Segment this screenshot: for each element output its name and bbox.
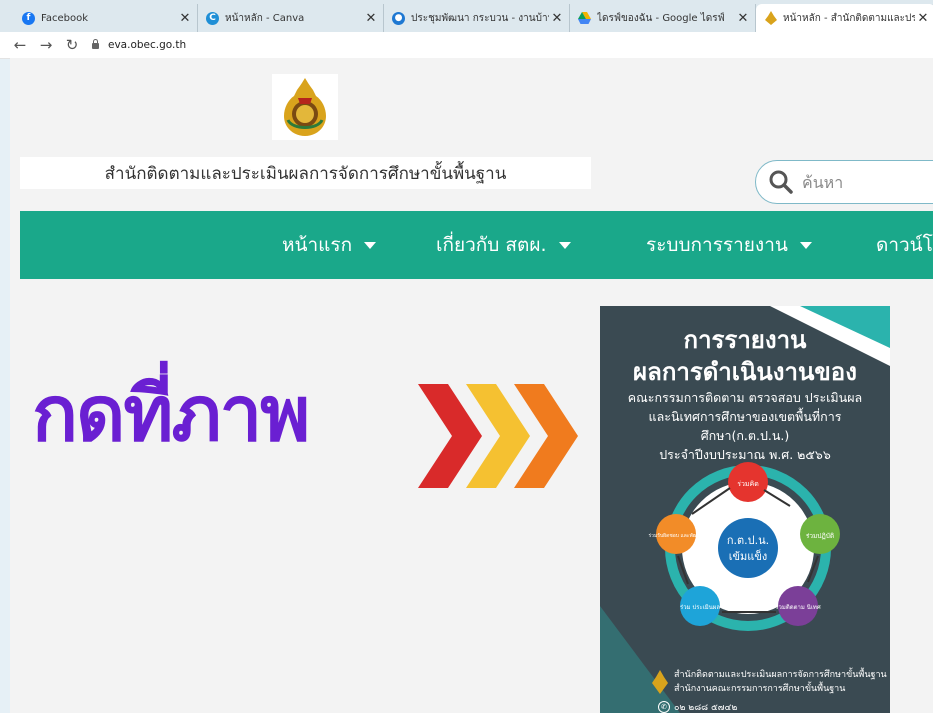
report-poster[interactable]: การรายงาน ผลการดำเนินงานของ คณะกรรมการติ… (600, 306, 890, 713)
browser-window: f Facebook ✕ C หน้าหลัก - Canva ✕ ● ประช… (0, 0, 933, 713)
tab-canva[interactable]: C หน้าหลัก - Canva ✕ (198, 4, 384, 32)
search-input[interactable] (800, 171, 933, 193)
click-image-prompt: กดที่ภาพ (32, 369, 310, 458)
nav-label: ดาวน์โ (876, 234, 933, 256)
nav-home[interactable]: หน้าแรก (282, 211, 377, 279)
tab-google-drive[interactable]: ไดรฟ์ของฉัน - Google ไดรฟ์ ✕ (570, 4, 756, 32)
close-icon[interactable]: ✕ (177, 11, 193, 26)
address-toolbar: ← → ↻ eva.obec.go.th (0, 32, 933, 59)
close-icon[interactable]: ✕ (735, 11, 751, 26)
facebook-icon: f (22, 11, 35, 25)
nav-reporting-system[interactable]: ระบบการรายงาน (646, 211, 812, 279)
poster-subtitle: คณะกรรมการติดตาม ตรวจสอบ ประเมินผล และนิ… (606, 388, 884, 464)
phone-number: ๐๒ ๒๘๘ ๕๗๔๒ (674, 703, 738, 713)
tab-facebook[interactable]: f Facebook ✕ (14, 4, 198, 32)
nav-download[interactable]: ดาวน์โ (876, 211, 933, 279)
center-text-line2: เข้มแข็ง (729, 549, 768, 563)
tab-label: หน้าหลัก - Canva (225, 12, 305, 24)
tab-obec-eva[interactable]: หน้าหลัก - สำนักติดตามและประเมินผล ✕ (756, 4, 933, 32)
chrome-icon: ● (392, 11, 405, 25)
cycle-diagram: ก.ต.ป.น. เข้มแข็ง ร่วมคิด ร่วมปฏิบัติ ร่… (649, 462, 840, 631)
caret-down-icon (558, 241, 571, 249)
forward-arrow-icon[interactable]: → (36, 35, 56, 55)
address-bar[interactable]: eva.obec.go.th (92, 37, 186, 53)
node-label: ร่วมรับผิดชอบ และพัฒนา (649, 532, 704, 539)
tab-label: Facebook (41, 12, 88, 24)
canva-icon: C (206, 11, 219, 25)
site-title: สำนักติดตามและประเมินผลการจัดการศึกษาขั้… (20, 157, 591, 189)
nav-about[interactable]: เกี่ยวกับ สตผ. (436, 211, 571, 279)
site-logo[interactable] (272, 74, 338, 140)
node-label: ร่วม ประเมินผล (680, 604, 720, 611)
tab-meeting[interactable]: ● ประชุมพัฒนา กระบวน - งานบ้านสนอ ✕ (384, 4, 570, 32)
search-box[interactable] (755, 160, 933, 204)
poster-title-line2: ผลการดำเนินงานของ (633, 358, 857, 386)
poster-subtitle-line1: คณะกรรมการติดตาม ตรวจสอบ ประเมินผล (627, 390, 863, 405)
caret-down-icon (364, 241, 377, 249)
nav-label: หน้าแรก (282, 234, 353, 256)
chevron-arrows-icon (418, 384, 578, 488)
close-icon[interactable]: ✕ (363, 11, 379, 26)
google-drive-icon (578, 12, 591, 25)
poster-footer-line2: สำนักงานคณะกรรมการการศึกษาขั้นพื้นฐาน (674, 684, 846, 694)
poster-footer: สำนักติดตามและประเมินผลการจัดการศึกษาขั้… (674, 668, 890, 696)
back-arrow-icon[interactable]: ← (10, 35, 30, 55)
poster-footer-line1: สำนักติดตามและประเมินผลการจัดการศึกษาขั้… (674, 670, 887, 680)
poster-subtitle-line2: และนิเทศการศึกษาของเขตพื้นที่การศึกษา(ก.… (648, 409, 842, 443)
tab-label: ประชุมพัฒนา กระบวน - งานบ้านสนอ (411, 12, 549, 24)
node-label: ร่วมปฏิบัติ (806, 532, 834, 540)
close-icon[interactable]: ✕ (915, 11, 931, 26)
phone-icon: ✆ (658, 701, 670, 713)
obec-emblem-icon (284, 78, 326, 136)
obec-small-logo-icon (652, 670, 668, 694)
center-text-line1: ก.ต.ป.น. (727, 534, 769, 547)
lock-icon (92, 39, 99, 49)
node-label: ร่วมคิด (737, 480, 759, 488)
nav-label: เกี่ยวกับ สตผ. (436, 234, 547, 256)
url-text: eva.obec.go.th (108, 39, 187, 51)
poster-phone: ✆ ๐๒ ๒๘๘ ๕๗๔๒ (658, 700, 737, 713)
close-icon[interactable]: ✕ (549, 11, 565, 26)
node-label: ร่วมติดตาม นิเทศ (775, 604, 821, 611)
tab-label: ไดรฟ์ของฉัน - Google ไดรฟ์ (597, 12, 725, 24)
reload-icon[interactable]: ↻ (62, 35, 82, 55)
tab-label: หน้าหลัก - สำนักติดตามและประเมินผล (783, 12, 915, 24)
caret-down-icon (799, 241, 812, 249)
search-icon[interactable] (768, 169, 794, 195)
nav-label: ระบบการรายงาน (646, 234, 788, 256)
web-page: สำนักติดตามและประเมินผลการจัดการศึกษาขั้… (10, 58, 933, 713)
tab-strip: f Facebook ✕ C หน้าหลัก - Canva ✕ ● ประช… (0, 0, 933, 33)
obec-logo-icon (764, 11, 777, 25)
main-nav: หน้าแรก เกี่ยวกับ สตผ. ระบบการรายงาน ดาว… (20, 211, 933, 279)
center-circle (718, 518, 778, 578)
